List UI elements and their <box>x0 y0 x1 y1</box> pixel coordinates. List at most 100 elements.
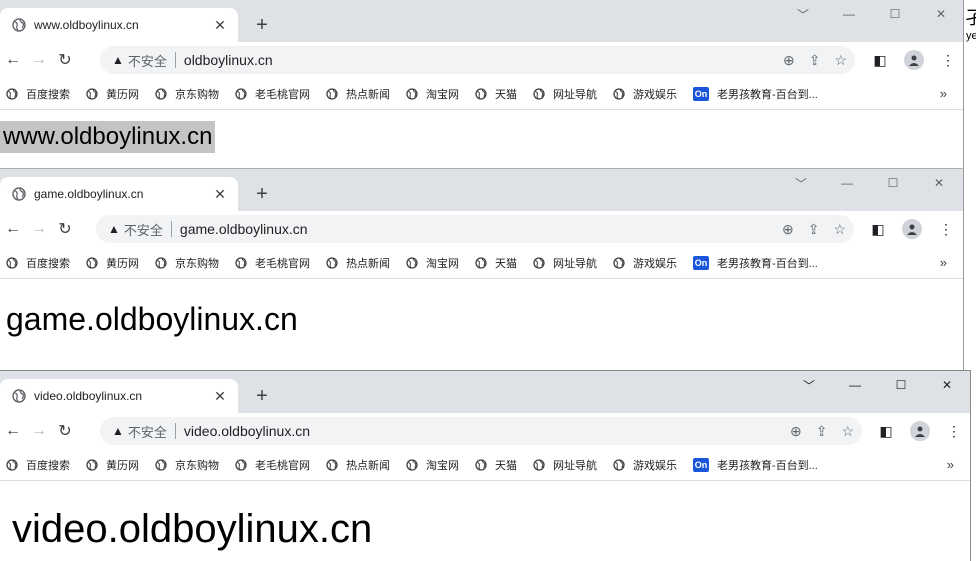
side-panel-icon[interactable]: ◧ <box>868 221 888 238</box>
warning-icon[interactable]: ▲ <box>112 53 124 67</box>
bookmark-item[interactable]: 黄历网 <box>86 86 139 102</box>
menu-kebab-icon[interactable]: ⋮ <box>936 221 956 238</box>
bookmark-item[interactable]: 网址导航 <box>533 255 597 271</box>
maximize-button[interactable]: ☐ <box>872 4 918 24</box>
tab-search-chevron-icon[interactable]: ﹀ <box>780 4 826 24</box>
bookmark-item[interactable]: 淘宝网 <box>406 457 459 473</box>
close-window-button[interactable]: ✕ <box>918 4 963 24</box>
background-window-fragment: 孑 <box>965 8 976 28</box>
share-icon[interactable]: ⇪ <box>816 423 828 440</box>
bookmark-item[interactable]: 京东购物 <box>155 457 219 473</box>
back-button[interactable]: ← <box>0 422 26 440</box>
bookmark-item[interactable]: 天猫 <box>475 86 517 102</box>
back-button[interactable]: ← <box>0 51 26 69</box>
bookmark-item[interactable]: 游戏娱乐 <box>613 255 677 271</box>
forward-button[interactable]: → <box>26 422 52 440</box>
reload-button[interactable]: ↻ <box>52 50 78 70</box>
bookmark-item[interactable]: 网址导航 <box>533 86 597 102</box>
close-tab-icon[interactable]: ✕ <box>212 388 228 405</box>
new-tab-button[interactable]: + <box>250 183 274 205</box>
bookmark-item[interactable]: 淘宝网 <box>406 86 459 102</box>
maximize-button[interactable]: ☐ <box>878 375 924 395</box>
bookmarks-overflow-icon[interactable]: » <box>947 457 954 472</box>
new-tab-button[interactable]: + <box>250 14 274 36</box>
bookmark-item[interactable]: 天猫 <box>475 255 517 271</box>
zoom-icon[interactable]: ⊕ <box>790 423 802 440</box>
bookmark-item[interactable]: 热点新闻 <box>326 255 390 271</box>
minimize-button[interactable]: — <box>826 4 872 24</box>
bookmark-label: 网址导航 <box>553 88 597 101</box>
bookmarks-overflow-icon[interactable]: » <box>940 255 947 270</box>
active-tab[interactable]: video.oldboylinux.cn ✕ <box>0 379 238 413</box>
menu-kebab-icon[interactable]: ⋮ <box>944 423 964 440</box>
zoom-icon[interactable]: ⊕ <box>783 52 795 69</box>
address-bar[interactable]: ▲ 不安全 video.oldboylinux.cn ⊕ ⇪ ☆ <box>100 417 862 445</box>
close-window-button[interactable]: ✕ <box>924 375 970 395</box>
side-panel-icon[interactable]: ◧ <box>876 423 896 440</box>
side-panel-icon[interactable]: ◧ <box>870 52 890 69</box>
profile-avatar-icon[interactable] <box>904 50 924 70</box>
url-text[interactable]: oldboylinux.cn <box>184 52 783 68</box>
address-bar[interactable]: ▲ 不安全 game.oldboylinux.cn ⊕ ⇪ ☆ <box>96 215 854 243</box>
omnibox-actions: ⊕ ⇪ ☆ <box>782 221 846 238</box>
warning-icon[interactable]: ▲ <box>112 424 124 438</box>
bookmark-item[interactable]: 天猫 <box>475 457 517 473</box>
forward-button[interactable]: → <box>26 51 52 69</box>
zoom-icon[interactable]: ⊕ <box>782 221 794 238</box>
bookmark-item[interactable]: 热点新闻 <box>326 86 390 102</box>
bookmark-item[interactable]: 京东购物 <box>155 255 219 271</box>
forward-button[interactable]: → <box>26 220 52 238</box>
maximize-button[interactable]: ☐ <box>870 173 916 193</box>
new-tab-button[interactable]: + <box>250 385 274 407</box>
bookmark-item[interactable]: 淘宝网 <box>406 255 459 271</box>
bookmark-item[interactable]: On 老男孩教育-百台到... <box>693 86 818 102</box>
bookmark-item[interactable]: On 老男孩教育-百台到... <box>693 457 818 473</box>
minimize-button[interactable]: — <box>824 173 870 193</box>
bookmark-item[interactable]: 游戏娱乐 <box>613 86 677 102</box>
bookmark-item[interactable]: 游戏娱乐 <box>613 457 677 473</box>
url-text[interactable]: game.oldboylinux.cn <box>180 221 782 237</box>
profile-avatar-icon[interactable] <box>910 421 930 441</box>
bookmark-item[interactable]: 黄历网 <box>86 457 139 473</box>
share-icon[interactable]: ⇪ <box>808 221 820 238</box>
close-tab-icon[interactable]: ✕ <box>212 17 228 34</box>
back-button[interactable]: ← <box>0 220 26 238</box>
share-icon[interactable]: ⇪ <box>809 52 821 69</box>
bookmark-item[interactable]: 老毛桃官网 <box>235 255 310 271</box>
menu-kebab-icon[interactable]: ⋮ <box>938 52 958 69</box>
globe-icon <box>326 458 338 471</box>
close-window-button[interactable]: ✕ <box>916 173 962 193</box>
tab-search-chevron-icon[interactable]: ﹀ <box>786 375 832 395</box>
minimize-button[interactable]: — <box>832 375 878 395</box>
star-icon[interactable]: ☆ <box>834 52 847 69</box>
active-tab[interactable]: www.oldboylinux.cn ✕ <box>0 8 238 42</box>
security-label[interactable]: 不安全 <box>128 422 167 441</box>
close-tab-icon[interactable]: ✕ <box>212 186 228 203</box>
bookmark-item[interactable]: 百度搜索 <box>6 457 70 473</box>
tab-search-chevron-icon[interactable]: ﹀ <box>778 173 824 193</box>
active-tab[interactable]: game.oldboylinux.cn ✕ <box>0 177 238 211</box>
bookmark-label: 百度搜索 <box>26 257 70 270</box>
bookmark-item[interactable]: 网址导航 <box>533 457 597 473</box>
address-bar[interactable]: ▲ 不安全 oldboylinux.cn ⊕ ⇪ ☆ <box>100 46 855 74</box>
bookmarks-overflow-icon[interactable]: » <box>940 86 947 101</box>
warning-icon[interactable]: ▲ <box>108 222 120 236</box>
bookmark-item[interactable]: 黄历网 <box>86 255 139 271</box>
reload-button[interactable]: ↻ <box>52 219 78 239</box>
star-icon[interactable]: ☆ <box>841 423 854 440</box>
divider <box>174 52 176 68</box>
star-icon[interactable]: ☆ <box>833 221 846 238</box>
bookmark-item[interactable]: 老毛桃官网 <box>235 457 310 473</box>
bookmark-item[interactable]: 老毛桃官网 <box>235 86 310 102</box>
bookmark-item[interactable]: 京东购物 <box>155 86 219 102</box>
security-label[interactable]: 不安全 <box>124 220 163 239</box>
bookmark-item[interactable]: On 老男孩教育-百台到... <box>693 255 818 271</box>
reload-button[interactable]: ↻ <box>52 421 78 441</box>
security-label[interactable]: 不安全 <box>128 51 167 70</box>
bookmark-item[interactable]: 百度搜索 <box>6 255 70 271</box>
bookmark-item[interactable]: 百度搜索 <box>6 86 70 102</box>
url-text[interactable]: video.oldboylinux.cn <box>184 423 790 439</box>
bookmark-item[interactable]: 热点新闻 <box>326 457 390 473</box>
profile-avatar-icon[interactable] <box>902 219 922 239</box>
toolbar-right: ◧ ⋮ <box>868 219 956 239</box>
